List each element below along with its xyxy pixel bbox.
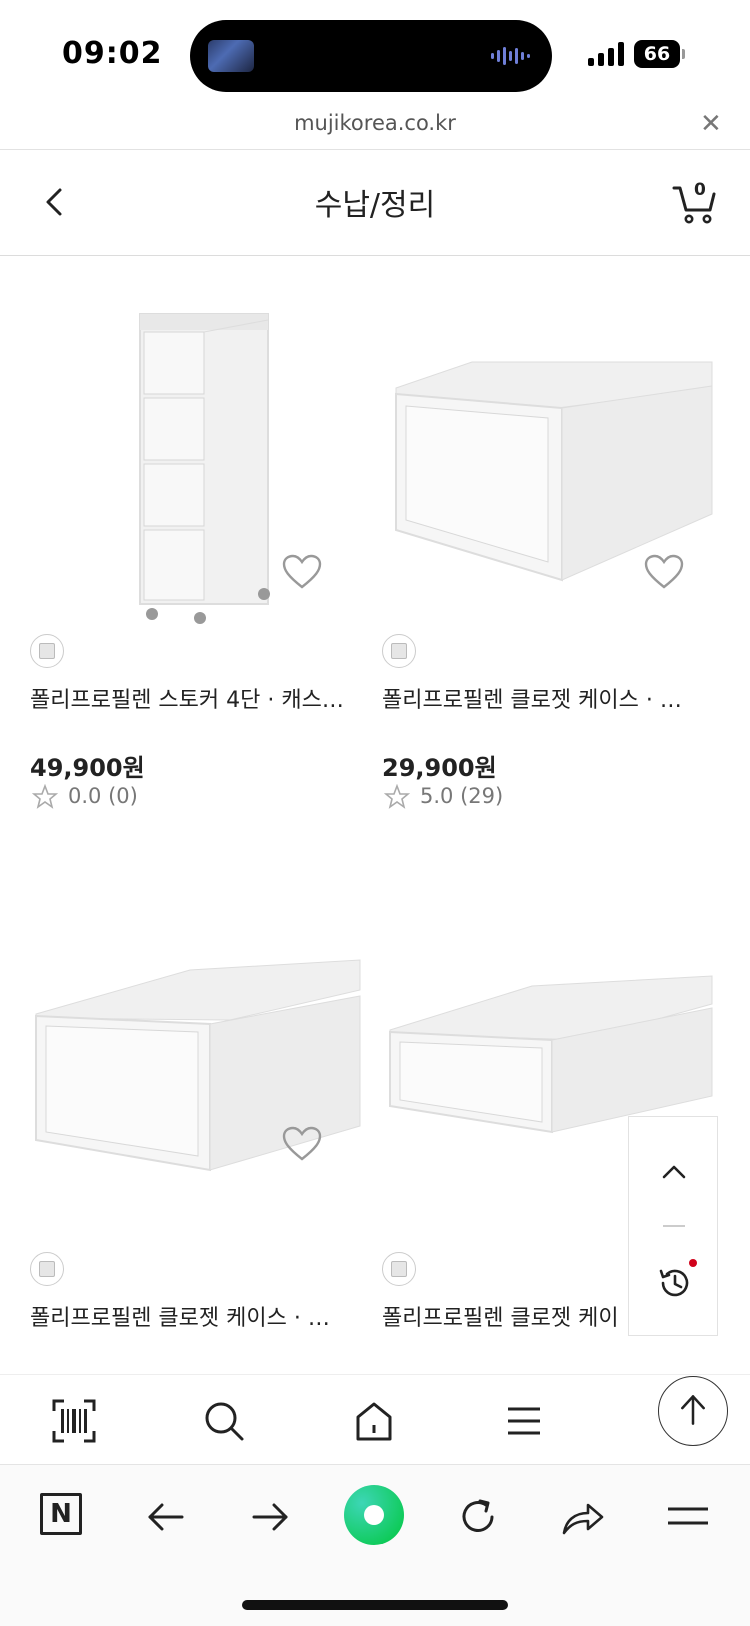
swatch-thumb [39,643,55,659]
scroll-top-button[interactable] [658,1376,728,1446]
barcode-icon[interactable] [52,1399,96,1443]
notification-dot [689,1259,697,1267]
green-dot-icon[interactable] [344,1485,404,1545]
color-swatch[interactable] [382,1252,416,1286]
back-arrow-icon[interactable] [142,1493,190,1541]
product-price: 29,900원 [382,754,497,782]
hamburger-icon[interactable] [664,1493,712,1541]
heart-icon[interactable] [644,554,684,590]
home-indicator [242,1600,508,1610]
status-time: 09:02 [62,36,163,71]
product-name[interactable]: 폴리프로필렌 클로젯 케이스 · … [382,682,702,714]
product-card[interactable]: 폴리프로필렌 클로젯 케이스 · … 29,900원 5.0 (29) [382,290,722,850]
page-title: 수납/정리 [314,188,436,223]
menu-icon[interactable] [502,1399,546,1443]
search-icon[interactable] [202,1399,246,1443]
url-text[interactable]: mujikorea.co.kr [0,111,750,135]
reload-icon[interactable] [454,1493,502,1541]
naver-icon[interactable]: N [40,1493,82,1535]
cart-count: 0 [694,180,706,200]
heart-icon[interactable] [282,1126,322,1162]
product-price: 49,900원 [30,754,145,782]
color-swatch[interactable] [30,1252,64,1286]
product-name[interactable]: 폴리프로필렌 스토커 4단 · 캐스… [30,682,370,714]
color-swatch[interactable] [382,634,416,668]
share-icon[interactable] [558,1493,606,1541]
status-bar: 09:02 66 [0,0,750,110]
floating-panel [628,1116,718,1336]
chevron-up-icon[interactable] [659,1157,689,1187]
swatch-thumb [391,643,407,659]
heart-icon[interactable] [282,554,322,590]
swatch-thumb [39,1261,55,1277]
product-name[interactable]: 폴리프로필렌 클로젯 케이 [382,1300,622,1332]
product-card[interactable]: 폴리프로필렌 스토커 4단 · 캐스… 49,900원 0.0 (0) [30,290,370,850]
page-header: 수납/정리 0 [0,150,750,256]
home-icon[interactable] [352,1399,396,1443]
star-icon [32,784,58,809]
browser-toolbar: N [0,1464,750,1626]
audio-wave-icon [491,46,530,66]
dynamic-island [190,20,552,92]
product-card[interactable]: 폴리프로필렌 클로젯 케이스 · … [30,900,370,1340]
star-icon [384,784,410,809]
product-name[interactable]: 폴리프로필렌 클로젯 케이스 · … [30,1300,370,1332]
media-thumbnail [208,40,254,72]
forward-arrow-icon[interactable] [246,1493,294,1541]
battery-indicator: 66 [634,40,680,68]
signal-icon [588,42,624,66]
swatch-thumb [391,1261,407,1277]
product-rating: 0.0 (0) [68,784,138,808]
divider [663,1225,685,1227]
battery-tip [682,49,685,59]
product-image[interactable] [30,900,370,1240]
history-icon[interactable] [655,1263,695,1303]
color-swatch[interactable] [30,634,64,668]
page: 09:02 66 mujikorea.co.kr ✕ 수납/정리 0 폴리프로필… [0,0,750,1626]
url-bar[interactable]: mujikorea.co.kr ✕ [0,105,750,150]
product-rating: 5.0 (29) [420,784,504,808]
site-bottom-nav [0,1374,750,1464]
close-icon[interactable]: ✕ [700,109,722,139]
